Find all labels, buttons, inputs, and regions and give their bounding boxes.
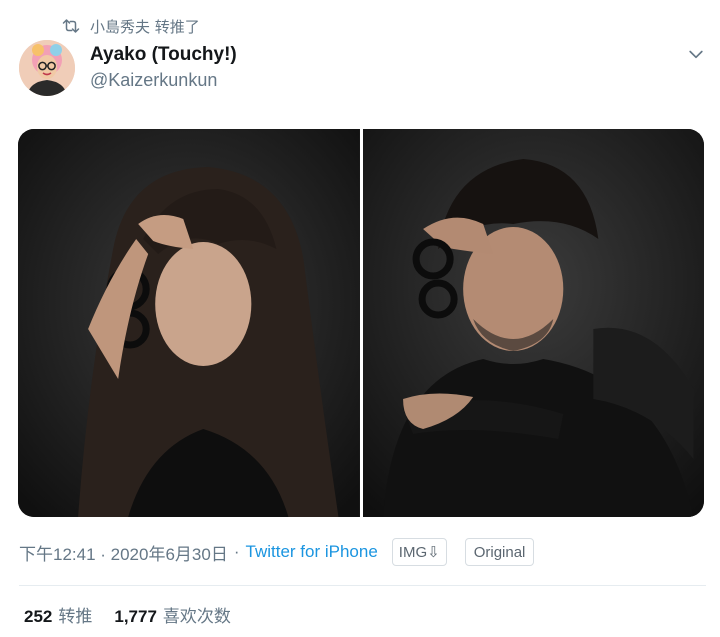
tweet-timestamp[interactable]: 下午12:41 · 2020年6月30日 [19, 540, 228, 565]
retweet-count: 252 [24, 607, 53, 626]
like-label: 喜欢次数 [162, 607, 231, 626]
author-display-name[interactable]: Ayako (Touchy!) [90, 44, 237, 66]
divider [19, 585, 706, 586]
like-count: 1,777 [114, 607, 157, 626]
retweet-label: 转推 [58, 607, 93, 626]
retweet-text: 小島秀夫 转推了 [90, 17, 200, 36]
author-handle[interactable]: @Kaizerkunkun [90, 70, 217, 91]
chevron-down-icon [686, 44, 706, 68]
like-count-stat[interactable]: 1,777 喜欢次数 [114, 602, 231, 627]
tweet-stats: 252 转推 1,777 喜欢次数 [24, 602, 231, 627]
tweet-menu-button[interactable] [684, 44, 708, 68]
retweet-count-stat[interactable]: 252 转推 [24, 602, 92, 627]
retweet-header[interactable]: 小島秀夫 转推了 [62, 14, 200, 38]
original-button[interactable]: Original [464, 538, 535, 566]
photo-2[interactable] [362, 129, 704, 517]
tweet-source-link[interactable]: Twitter for iPhone [246, 542, 378, 562]
retweet-icon [62, 17, 80, 35]
tweet-meta: 下午12:41 · 2020年6月30日 · Twitter for iPhon… [19, 538, 535, 566]
avatar[interactable] [19, 40, 75, 96]
photo-1[interactable] [18, 129, 360, 517]
tweet-media [18, 129, 704, 517]
img-download-button[interactable]: IMG⇩ [391, 538, 447, 566]
meta-separator: · [233, 542, 240, 561]
